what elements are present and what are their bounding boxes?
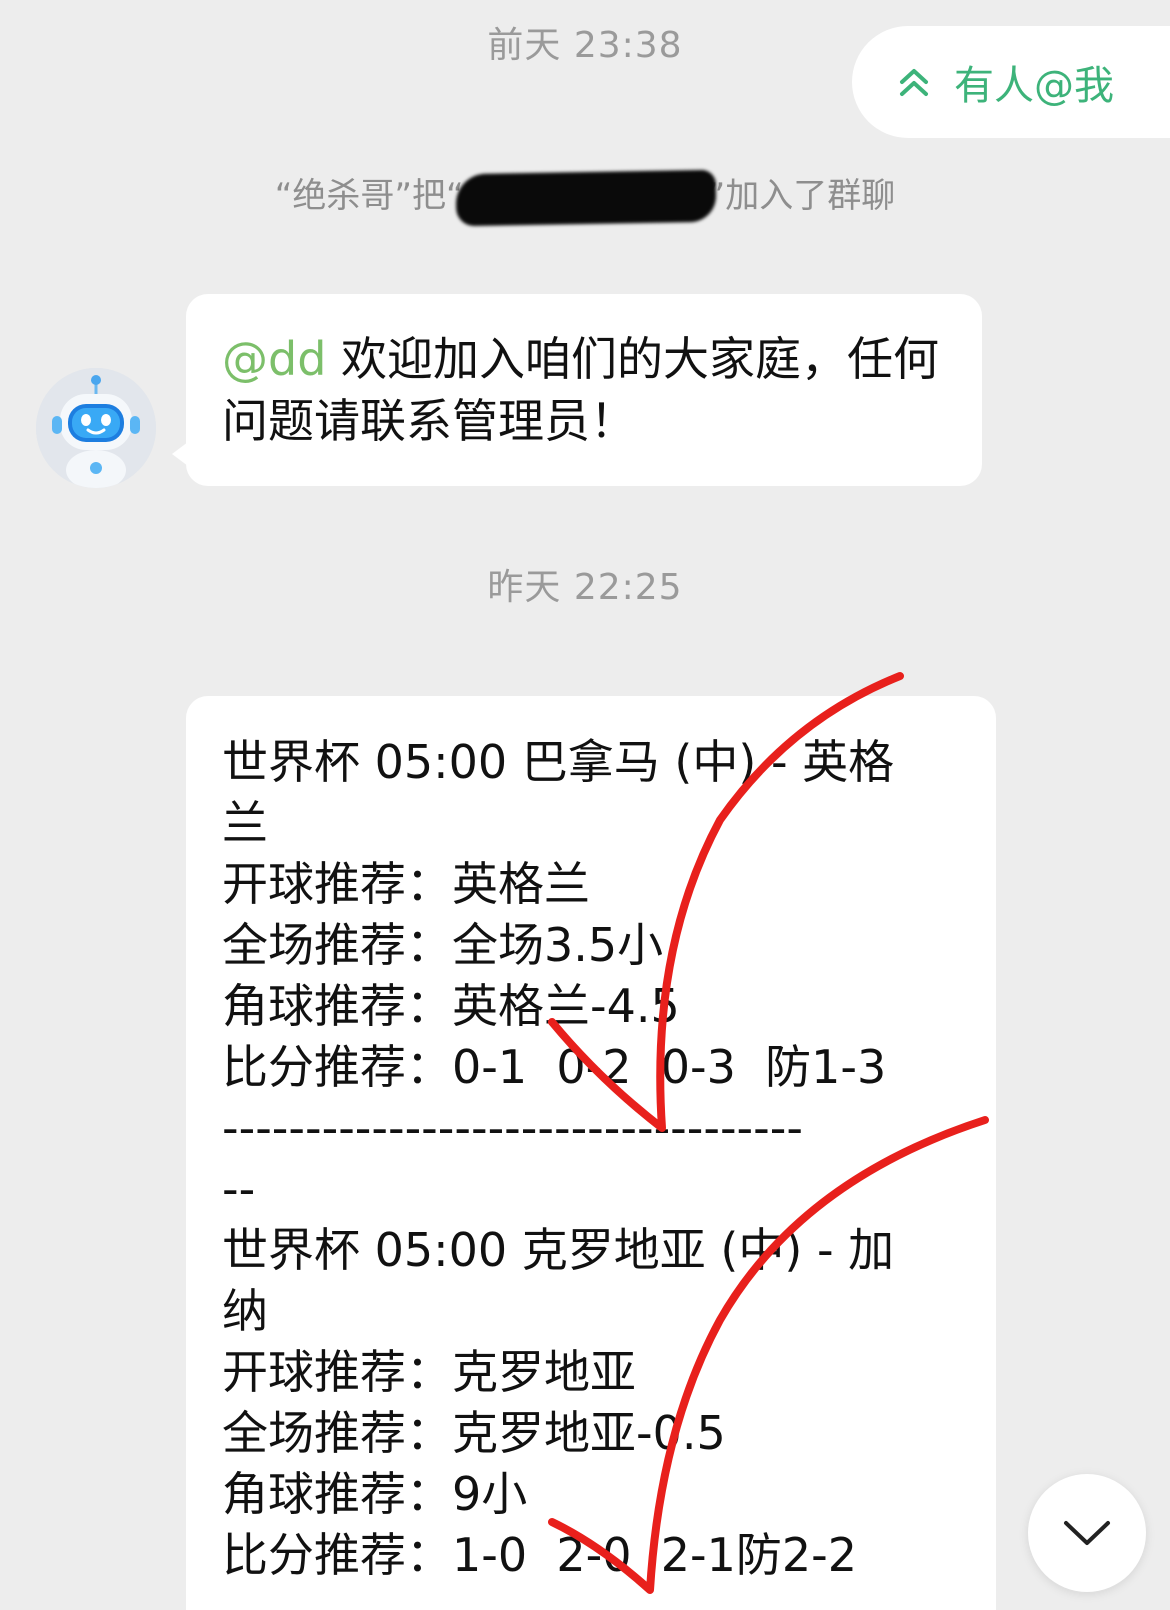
message-line: 纳	[222, 1284, 268, 1338]
chat-screen: 前天 23:38 有人@我 “绝杀哥”把“ ”加入了群聊 @dd 欢迎加入咱们的…	[0, 0, 1170, 1610]
robot-icon	[36, 368, 156, 488]
chevron-down-icon	[1064, 1521, 1110, 1545]
system-message-suffix: ”加入了群聊	[707, 176, 896, 216]
message-line: 比分推荐：0-1 0-2 0-3 防1-3	[222, 1040, 887, 1094]
message-line: 角球推荐：9小	[222, 1467, 528, 1521]
system-message-prefix: “绝杀哥”把“	[274, 176, 464, 216]
recommendation-message-bubble[interactable]: 世界杯 05:00 巴拿马 (中) - 英格 兰 开球推荐：英格兰 全场推荐：全…	[186, 696, 996, 1610]
scroll-to-bottom-button[interactable]	[1028, 1474, 1146, 1592]
redacted-name	[455, 169, 717, 226]
separator-line: --	[222, 1162, 256, 1216]
message-line: 开球推荐：克罗地亚	[222, 1345, 636, 1399]
message-line: 全场推荐：克罗地亚-0.5	[222, 1406, 726, 1460]
message-line: 兰	[222, 796, 268, 850]
mention-me-button[interactable]: 有人@我	[852, 26, 1170, 138]
welcome-message-text: 欢迎加入咱们的大家庭，任何问题请联系管理员！	[222, 332, 940, 448]
message-line: 开球推荐：英格兰	[222, 857, 590, 911]
message-line: 角球推荐：英格兰-4.5	[222, 979, 680, 1033]
welcome-message-bubble[interactable]: @dd 欢迎加入咱们的大家庭，任何问题请联系管理员！	[172, 294, 982, 486]
avatar[interactable]	[36, 368, 156, 488]
mention-me-label: 有人@我	[954, 63, 1114, 109]
double-chevron-up-icon	[900, 69, 928, 96]
message-line: 世界杯 05:00 克罗地亚 (中) - 加	[222, 1223, 895, 1277]
message-line: 全场推荐：全场3.5小	[222, 918, 664, 972]
mention-tag[interactable]: @dd	[222, 332, 326, 386]
system-message: “绝杀哥”把“ ”加入了群聊	[0, 168, 1170, 226]
timestamp: 昨天 22:25	[487, 567, 683, 608]
separator-line: -----------------------------------	[222, 1101, 803, 1155]
message-line: 比分推荐：1-0 2-0 2-1防2-2	[222, 1528, 858, 1582]
message-line: 世界杯 05:00 巴拿马 (中) - 英格	[222, 735, 895, 789]
